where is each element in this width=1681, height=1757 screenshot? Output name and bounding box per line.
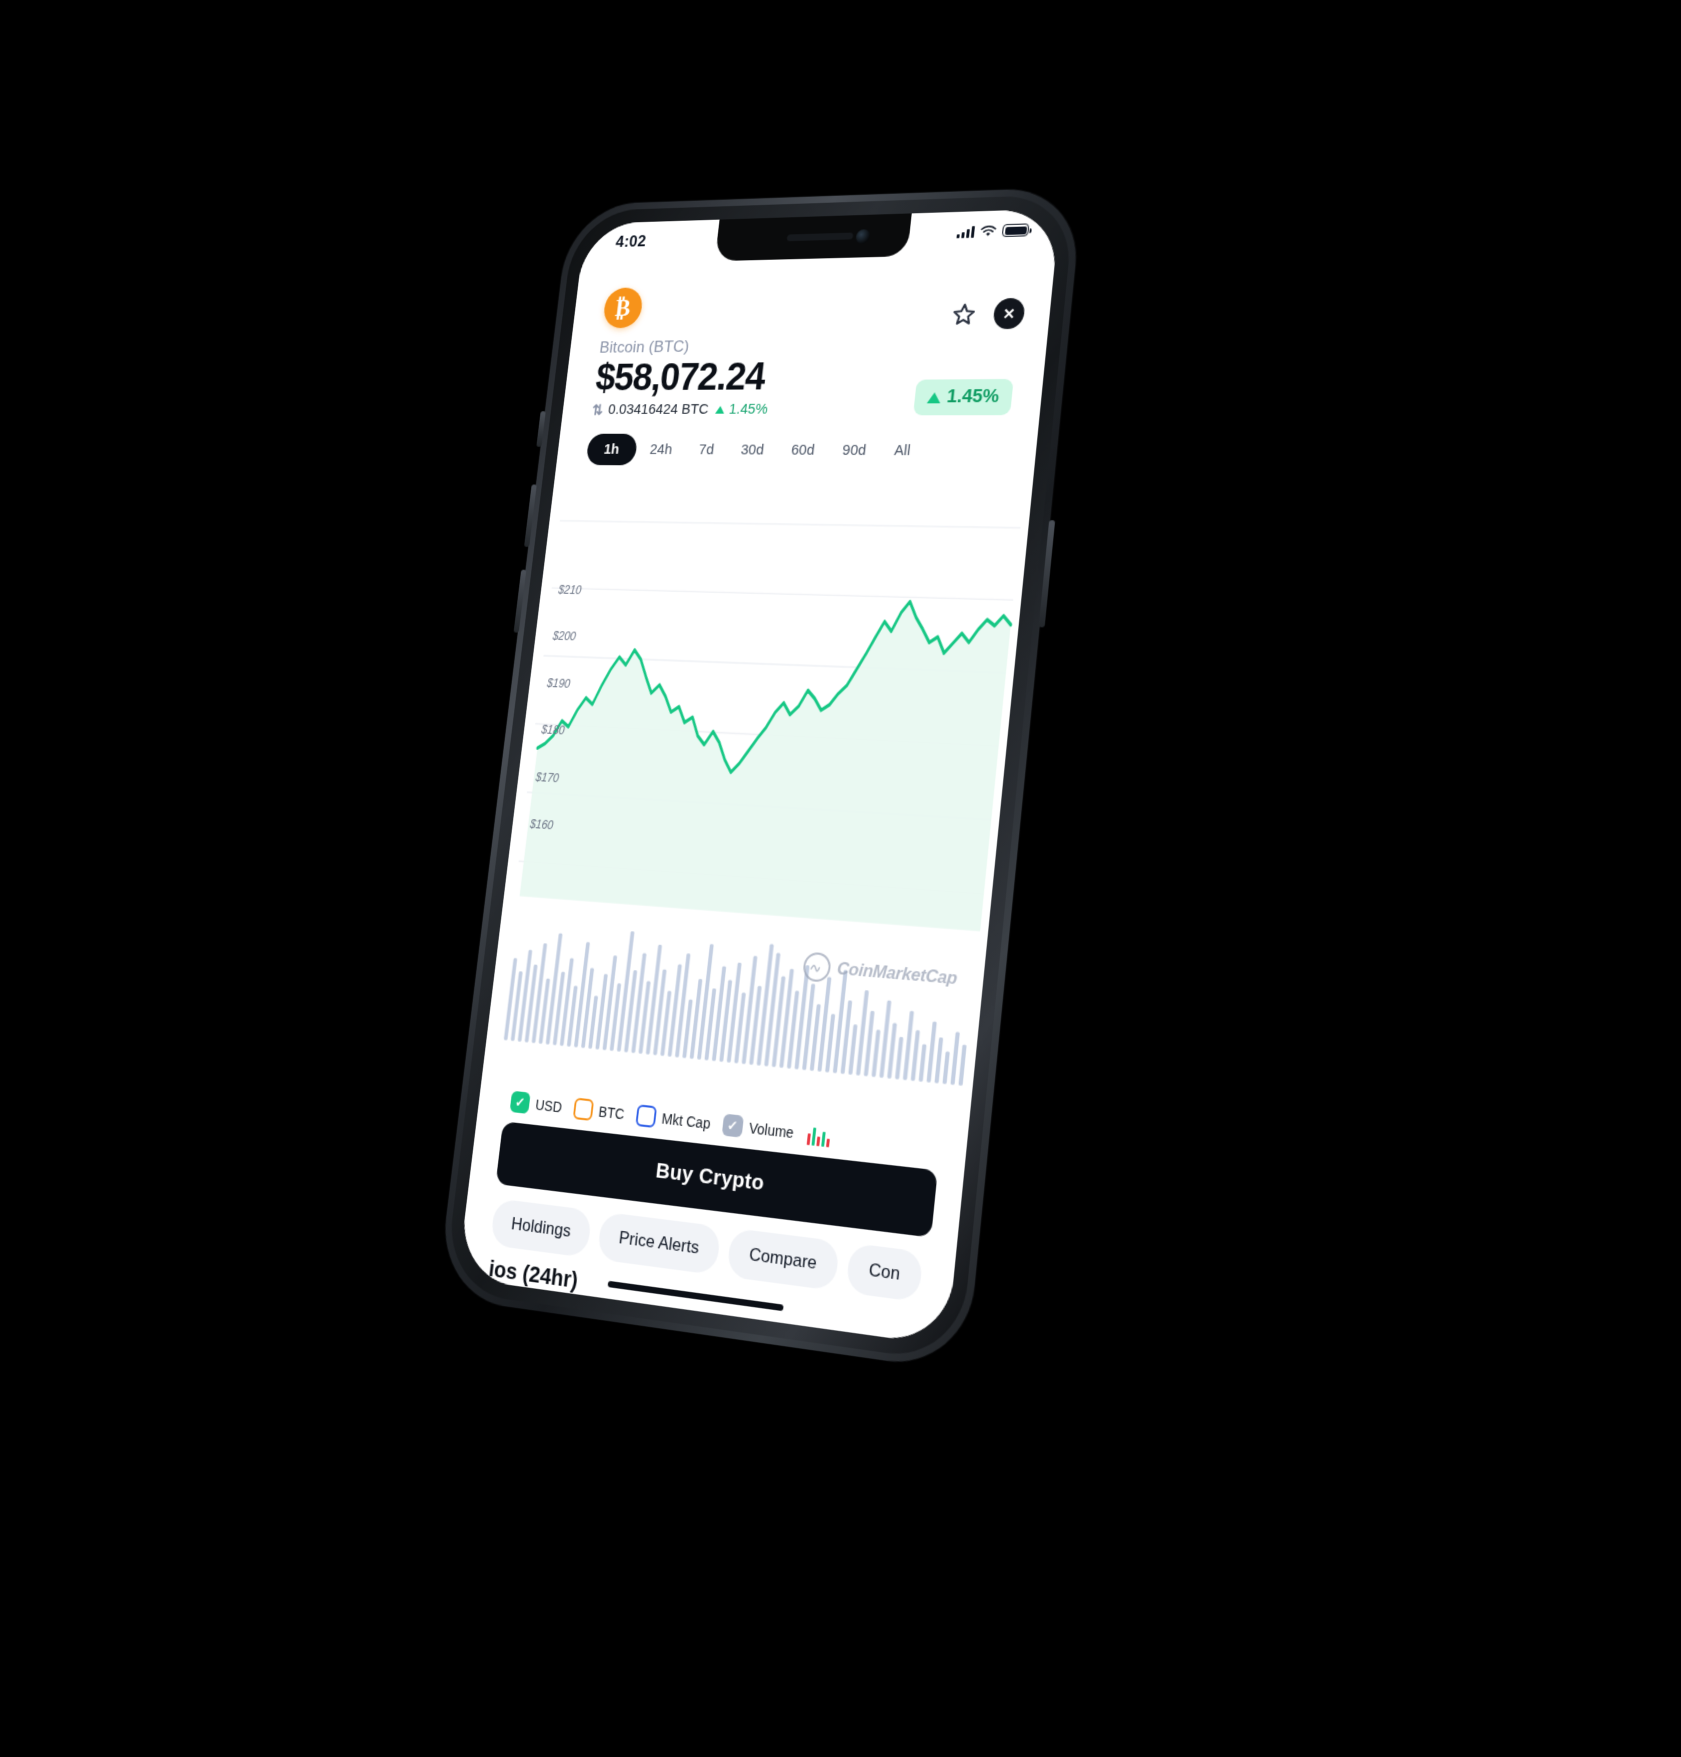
tab-7d[interactable]: 7d bbox=[685, 435, 729, 465]
triangle-up-icon bbox=[715, 405, 725, 414]
home-indicator[interactable] bbox=[607, 1280, 784, 1312]
device-frame: 4:02 ₿ ✕ Bitcoin (BTC) $58,072.24 ⇅ 0.03… bbox=[436, 187, 1084, 1373]
svg-text:$200: $200 bbox=[551, 630, 577, 644]
price-row: $58,072.24 ⇅ 0.03416424 BTC 1.45% 1.45% bbox=[591, 353, 1016, 418]
svg-text:$180: $180 bbox=[540, 723, 566, 737]
tab-60d[interactable]: 60d bbox=[777, 435, 829, 466]
badge-change-value: 1.45% bbox=[945, 386, 1001, 408]
svg-text:$160: $160 bbox=[528, 818, 554, 833]
bitcoin-logo-icon: ₿ bbox=[602, 287, 645, 329]
sub-change-value: 1.45% bbox=[728, 401, 769, 418]
legend-label-volume: Volume bbox=[748, 1119, 795, 1141]
earpiece-speaker bbox=[786, 232, 854, 242]
coin-price: $58,072.24 bbox=[593, 355, 768, 399]
tab-30d[interactable]: 30d bbox=[727, 435, 779, 465]
section-heading-partial: ios (24hr) bbox=[487, 1255, 580, 1294]
status-badge: 1.45% bbox=[913, 378, 1014, 416]
coin-name: Bitcoin (BTC) bbox=[598, 337, 691, 357]
close-icon[interactable]: ✕ bbox=[992, 297, 1026, 330]
app-top-bar: ₿ ✕ bbox=[572, 265, 1054, 335]
chip-converter[interactable]: Con bbox=[845, 1242, 924, 1303]
quick-action-chips: Holdings Price Alerts Compare Con bbox=[462, 1181, 957, 1307]
swap-currency-icon[interactable]: ⇅ bbox=[591, 401, 602, 418]
notch bbox=[714, 213, 912, 262]
front-camera bbox=[855, 229, 871, 245]
triangle-up-icon bbox=[926, 391, 942, 403]
mute-switch[interactable] bbox=[536, 411, 546, 447]
mockup-scene: 4:02 ₿ ✕ Bitcoin (BTC) $58,072.24 ⇅ 0.03… bbox=[0, 0, 1681, 1757]
tab-24h[interactable]: 24h bbox=[636, 435, 686, 465]
chip-compare[interactable]: Compare bbox=[726, 1227, 840, 1291]
battery-icon bbox=[1001, 223, 1030, 238]
power-button[interactable] bbox=[1038, 520, 1056, 628]
chart-axis-labels: $210 $200 $190 $180 $170 $160 bbox=[528, 583, 583, 833]
legend-item-mkt-cap[interactable]: Mkt Cap bbox=[634, 1104, 712, 1134]
checkbox-btc[interactable] bbox=[572, 1097, 594, 1121]
candlestick-icon[interactable] bbox=[807, 1123, 832, 1147]
wifi-icon bbox=[980, 225, 998, 236]
checkbox-mkt-cap[interactable] bbox=[634, 1104, 657, 1128]
sub-change-percent: 1.45% bbox=[715, 401, 769, 418]
legend-label-btc: BTC bbox=[597, 1102, 626, 1122]
btc-amount: 0.03416424 BTC bbox=[607, 401, 710, 418]
phone-device: 4:02 ₿ ✕ Bitcoin (BTC) $58,072.24 ⇅ 0.03… bbox=[436, 187, 1084, 1373]
status-time: 4:02 bbox=[614, 232, 648, 251]
checkbox-volume[interactable]: ✓ bbox=[721, 1113, 744, 1138]
device-bezel: 4:02 ₿ ✕ Bitcoin (BTC) $58,072.24 ⇅ 0.03… bbox=[443, 194, 1076, 1364]
watermark-text: CoinMarketCap bbox=[836, 958, 959, 989]
status-indicators bbox=[956, 220, 1030, 238]
tab-all[interactable]: All bbox=[879, 435, 925, 466]
star-icon[interactable] bbox=[948, 299, 980, 329]
svg-text:$170: $170 bbox=[534, 770, 560, 784]
price-chart[interactable]: $210 $200 $190 $180 $170 $160 CoinMarketCap bbox=[481, 476, 1033, 1133]
top-bar-actions: ✕ bbox=[948, 297, 1026, 330]
app-screen: 4:02 ₿ ✕ Bitcoin (BTC) $58,072.24 ⇅ 0.03… bbox=[457, 208, 1061, 1346]
svg-text:$210: $210 bbox=[557, 583, 583, 596]
tab-1h[interactable]: 1h bbox=[585, 433, 638, 466]
time-range-tabs: 1h 24h 7d 30d 60d 90d All bbox=[556, 418, 1039, 468]
price-subrow: ⇅ 0.03416424 BTC 1.45% bbox=[591, 401, 769, 418]
legend-label-mkt-cap: Mkt Cap bbox=[660, 1109, 712, 1132]
price-header: Bitcoin (BTC) $58,072.24 ⇅ 0.03416424 BT… bbox=[562, 328, 1048, 418]
tab-90d[interactable]: 90d bbox=[828, 435, 881, 466]
checkbox-usd[interactable]: ✓ bbox=[509, 1090, 531, 1114]
cmc-logo-icon bbox=[801, 951, 832, 983]
cellular-signal-icon bbox=[956, 225, 976, 238]
device-screen: 4:02 ₿ ✕ Bitcoin (BTC) $58,072.24 ⇅ 0.03… bbox=[457, 208, 1061, 1346]
svg-text:$190: $190 bbox=[545, 676, 571, 690]
chip-price-alerts[interactable]: Price Alerts bbox=[596, 1211, 722, 1276]
legend-label-usd: USD bbox=[534, 1095, 563, 1116]
legend-item-volume[interactable]: ✓ Volume bbox=[721, 1113, 795, 1144]
coinmarketcap-watermark: CoinMarketCap bbox=[801, 951, 959, 993]
